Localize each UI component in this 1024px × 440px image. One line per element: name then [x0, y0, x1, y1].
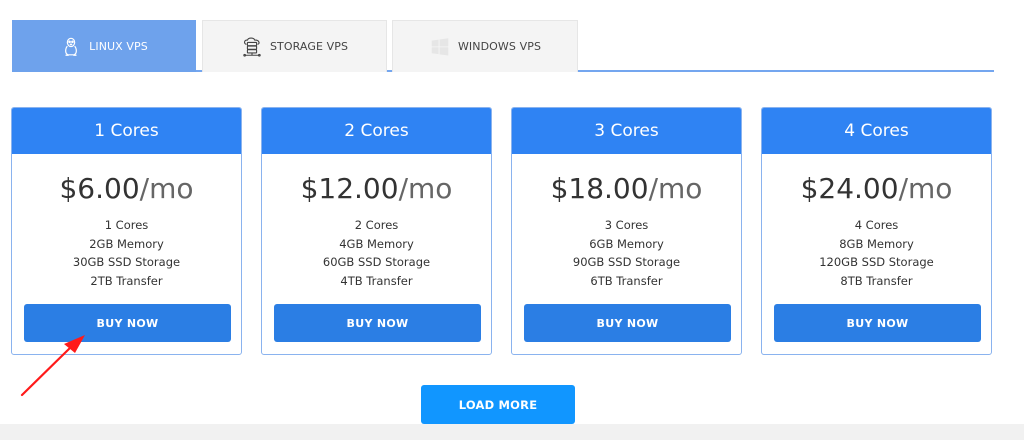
- tab-label: WINDOWS VPS: [457, 40, 542, 53]
- feature-item: 120GB SSD Storage: [819, 255, 934, 269]
- tab-windows-vps[interactable]: WINDOWS VPS: [392, 20, 578, 72]
- tab-linux-vps[interactable]: LINUX VPS: [12, 20, 196, 72]
- plan-price: $6.00/mo: [12, 170, 241, 208]
- feature-item: 1 Cores: [104, 218, 149, 232]
- feature-item: 60GB SSD Storage: [322, 255, 431, 269]
- plan-title: 4 Cores: [762, 108, 991, 154]
- load-more-button[interactable]: LOAD MORE: [421, 385, 575, 424]
- feature-item: 6GB Memory: [589, 236, 664, 251]
- plan-card-4-cores: 4 Cores $24.00/mo 4 Cores 8GB Memory 120…: [761, 107, 992, 355]
- plan-price: $18.00/mo: [512, 170, 741, 208]
- feature-item: 4TB Transfer: [340, 273, 413, 288]
- plan-features: 4 Cores 8GB Memory 120GB SSD Storage 8TB…: [762, 216, 991, 290]
- tab-storage-vps[interactable]: STORAGE VPS: [202, 20, 387, 72]
- feature-item: 8TB Transfer: [840, 273, 913, 288]
- vps-type-tabs: LINUX VPS STORAGE VPS WINDOWS VPS: [12, 20, 994, 72]
- price-amount: $6.00: [59, 172, 140, 205]
- feature-item: 2 Cores: [354, 218, 399, 232]
- price-amount: $18.00: [550, 172, 649, 205]
- plan-features: 1 Cores 2GB Memory 30GB SSD Storage 2TB …: [12, 216, 241, 290]
- page-footer-band: [0, 424, 1024, 440]
- tab-label: STORAGE VPS: [269, 40, 349, 53]
- price-amount: $12.00: [300, 172, 399, 205]
- plan-card-2-cores: 2 Cores $12.00/mo 2 Cores 4GB Memory 60G…: [261, 107, 492, 355]
- plan-price: $12.00/mo: [262, 170, 491, 208]
- tab-label: LINUX VPS: [89, 40, 148, 53]
- price-unit: /mo: [398, 172, 453, 205]
- buy-now-button[interactable]: BUY NOW: [524, 304, 731, 342]
- feature-item: 4 Cores: [854, 218, 899, 232]
- plan-title: 3 Cores: [512, 108, 741, 154]
- feature-item: 8GB Memory: [839, 236, 914, 251]
- buy-now-button[interactable]: BUY NOW: [24, 304, 231, 342]
- feature-item: 6TB Transfer: [590, 273, 663, 288]
- feature-item: 3 Cores: [604, 218, 649, 232]
- feature-item: 30GB SSD Storage: [72, 255, 181, 269]
- feature-item: 90GB SSD Storage: [572, 255, 681, 269]
- price-amount: $24.00: [800, 172, 899, 205]
- plan-features: 3 Cores 6GB Memory 90GB SSD Storage 6TB …: [512, 216, 741, 290]
- plan-title: 1 Cores: [12, 108, 241, 154]
- plan-price: $24.00/mo: [762, 170, 991, 208]
- price-unit: /mo: [898, 172, 953, 205]
- storage-server-icon: [241, 36, 263, 58]
- plan-title: 2 Cores: [262, 108, 491, 154]
- plan-card-3-cores: 3 Cores $18.00/mo 3 Cores 6GB Memory 90G…: [511, 107, 742, 355]
- plan-features: 2 Cores 4GB Memory 60GB SSD Storage 4TB …: [262, 216, 491, 290]
- buy-now-button[interactable]: BUY NOW: [774, 304, 981, 342]
- feature-item: 4GB Memory: [339, 236, 414, 251]
- plan-card-1-cores: 1 Cores $6.00/mo 1 Cores 2GB Memory 30GB…: [11, 107, 242, 355]
- feature-item: 2TB Transfer: [90, 273, 163, 288]
- buy-now-button[interactable]: BUY NOW: [274, 304, 481, 342]
- price-unit: /mo: [139, 172, 194, 205]
- linux-penguin-icon: [60, 36, 82, 58]
- windows-logo-icon: [429, 36, 451, 58]
- price-unit: /mo: [648, 172, 703, 205]
- feature-item: 2GB Memory: [89, 236, 164, 251]
